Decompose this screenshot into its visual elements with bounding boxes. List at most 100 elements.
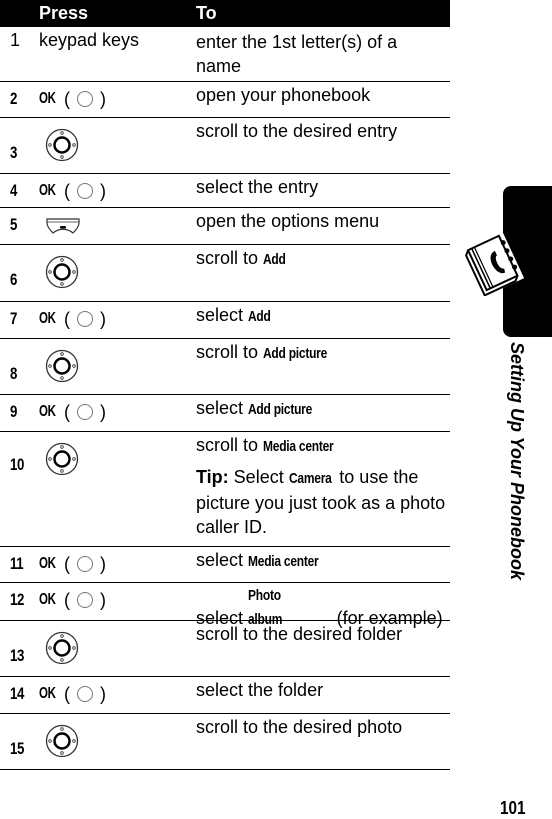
action-cell: select Media center — [196, 548, 446, 580]
table-row: 10 scroll to Media center Tip: Select Came… — [0, 432, 450, 547]
ok-key[interactable]: OK () — [39, 554, 106, 575]
action-phrase: scroll to the desired entry — [196, 121, 398, 141]
ok-key[interactable]: OK () — [39, 309, 106, 330]
paren-open: ( — [64, 589, 70, 610]
ok-key[interactable]: OK () — [39, 181, 106, 202]
nav-key-icon[interactable] — [45, 128, 79, 162]
action-phrase: scroll to — [196, 248, 264, 268]
center-select-key-icon — [77, 556, 93, 572]
action-cell: scroll to the desired entry — [196, 119, 446, 149]
nav-key-icon[interactable] — [45, 724, 79, 758]
press-cell: OK () — [39, 87, 106, 110]
menu-keyword: Add — [248, 308, 271, 325]
step-number: 3 — [10, 143, 17, 162]
action-phrase: open your phonebook — [196, 85, 371, 105]
ok-key-label: OK — [39, 310, 56, 327]
menu-key-icon[interactable] — [45, 217, 81, 235]
menu-keyword: Add — [263, 251, 286, 268]
action-cell: scroll to the desired folder — [196, 622, 446, 652]
action-cell: enter the 1st letter(s) of a name — [196, 30, 446, 84]
table-row: 12 OK() select Photo album (for example) — [0, 583, 450, 628]
center-select-key-icon — [77, 183, 93, 199]
table-row: 5 open the options menu — [0, 208, 450, 245]
table-row: 11 OK () select Media center — [0, 547, 450, 583]
step-number: 9 — [10, 402, 17, 421]
action-text: enter the 1st letter(s) of a name — [196, 30, 446, 78]
action-phrase: scroll to — [196, 435, 264, 455]
table-row: 13 scroll to the desired folder — [0, 621, 450, 677]
action-phrase: select — [196, 305, 249, 325]
action-cell: select the folder — [196, 678, 446, 708]
table-row: 2 OK () open your phonebook — [0, 82, 450, 118]
menu-keyword: Add picture — [248, 401, 313, 418]
paren-close: ) — [100, 553, 106, 574]
header-to: To — [196, 3, 217, 23]
press-cell — [45, 631, 79, 665]
menu-keyword: Media center — [263, 438, 334, 455]
menu-keyword: Media center — [248, 553, 319, 570]
table-row: 3 scroll to the desired entry — [0, 118, 450, 174]
menu-keyword: Camera — [288, 470, 332, 487]
header-press: Press — [39, 3, 89, 23]
ok-key-label: OK — [39, 555, 56, 572]
ok-key[interactable]: OK () — [39, 684, 106, 705]
step-number: 10 — [10, 455, 24, 474]
action-phrase: scroll to the desired folder — [196, 624, 403, 644]
nav-key-icon[interactable] — [45, 349, 79, 383]
action-cell: select Add — [196, 303, 446, 335]
step-number: 2 — [10, 89, 17, 108]
tip-text: Tip: Select Camera to use the picture yo… — [196, 465, 446, 539]
paren-open: ( — [64, 683, 70, 704]
paren-close: ) — [100, 88, 106, 109]
ok-key[interactable]: OK () — [39, 402, 106, 423]
ok-key-label: OK — [39, 591, 56, 608]
action-text: scroll to Add picture — [196, 340, 446, 366]
press-cell — [45, 217, 81, 235]
nav-key-icon[interactable] — [45, 442, 79, 476]
step-number: 14 — [10, 684, 24, 703]
paren-open: ( — [64, 401, 70, 422]
center-select-key-icon — [77, 91, 93, 107]
action-cell: scroll to the desired photo — [196, 715, 446, 745]
action-cell: select Add picture — [196, 396, 446, 428]
nav-key-icon[interactable] — [45, 631, 79, 665]
action-text: scroll to the desired folder — [196, 622, 446, 646]
action-phrase: select the entry — [196, 177, 319, 197]
action-text: scroll to the desired entry — [196, 119, 446, 143]
action-text: select the folder — [196, 678, 446, 702]
step-number: 15 — [10, 739, 24, 758]
step-number: 7 — [10, 309, 17, 328]
action-text: open your phonebook — [196, 83, 446, 107]
action-cell: scroll to Media center Tip: Select Camera… — [196, 433, 446, 545]
ok-key[interactable]: OK () — [39, 89, 106, 110]
press-cell — [45, 255, 79, 289]
menu-keyword: Add picture — [263, 345, 328, 362]
step-number: 13 — [10, 646, 24, 665]
phonebook-icon — [464, 230, 526, 297]
page-number: 101 — [500, 798, 526, 818]
press-cell — [45, 349, 79, 383]
center-select-key-icon — [77, 311, 93, 327]
action-phrase: scroll to the desired photo — [196, 717, 403, 737]
center-select-key-icon — [77, 404, 93, 420]
ok-key-label: OK — [39, 90, 56, 107]
action-phrase: open the options menu — [196, 211, 380, 231]
nav-key-icon[interactable] — [45, 255, 79, 289]
ok-key[interactable]: OK () — [39, 590, 106, 611]
action-phrase: select — [196, 398, 249, 418]
press-cell: OK () — [39, 179, 106, 202]
step-number: 4 — [10, 181, 17, 200]
step-number: 11 — [10, 554, 24, 573]
press-cell: OK () — [39, 307, 106, 330]
paren-close: ) — [100, 683, 106, 704]
paren-close: ) — [100, 308, 106, 329]
table-row: 6 scroll to Add — [0, 245, 450, 302]
paren-close: ) — [100, 589, 106, 610]
action-phrase: select the folder — [196, 680, 324, 700]
center-select-key-icon — [77, 686, 93, 702]
paren-close: ) — [100, 180, 106, 201]
action-text: select Add — [196, 303, 446, 329]
step-number: 8 — [10, 364, 17, 383]
press-cell — [45, 442, 79, 476]
action-cell: open the options menu — [196, 209, 446, 239]
